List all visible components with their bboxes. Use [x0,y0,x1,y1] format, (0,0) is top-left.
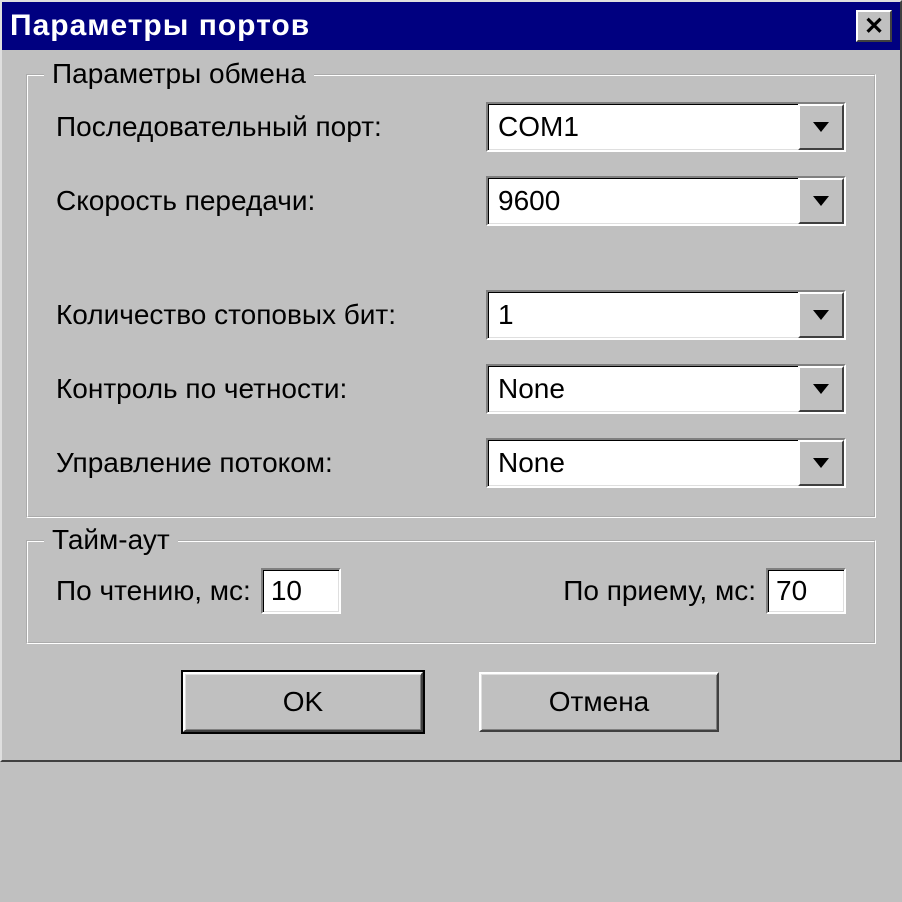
chevron-down-icon [813,122,829,132]
read-timeout-label: По чтению, мс: [56,575,251,607]
flow-dropdown-button[interactable] [798,440,844,486]
ok-button[interactable]: OK [183,672,423,732]
baud-combo[interactable]: 9600 [486,176,846,226]
close-button[interactable]: ✕ [856,10,892,42]
close-icon: ✕ [864,12,884,41]
port-value: COM1 [488,104,798,150]
client-area: Параметры обмена Последовательный порт: … [2,50,900,760]
stopbits-label: Количество стоповых бит: [56,299,486,331]
receive-timeout-label: По приему, мс: [563,575,756,607]
port-dropdown-button[interactable] [798,104,844,150]
button-row: OK Отмена [26,672,876,732]
stopbits-combo[interactable]: 1 [486,290,846,340]
chevron-down-icon [813,310,829,320]
baud-dropdown-button[interactable] [798,178,844,224]
stopbits-dropdown-button[interactable] [798,292,844,338]
exchange-legend: Параметры обмена [44,58,314,90]
chevron-down-icon [813,458,829,468]
timeout-legend: Тайм-аут [44,524,178,556]
dialog-window: Параметры портов ✕ Параметры обмена Посл… [0,0,902,762]
flow-label: Управление потоком: [56,447,486,479]
timeout-groupbox: Тайм-аут По чтению, мс: По приему, мс: [26,540,876,644]
read-timeout-input[interactable] [261,568,341,614]
titlebar: Параметры портов ✕ [2,2,900,50]
receive-timeout-input[interactable] [766,568,846,614]
chevron-down-icon [813,384,829,394]
exchange-groupbox: Параметры обмена Последовательный порт: … [26,74,876,518]
flow-combo[interactable]: None [486,438,846,488]
parity-dropdown-button[interactable] [798,366,844,412]
baud-value: 9600 [488,178,798,224]
parity-value: None [488,366,798,412]
flow-value: None [488,440,798,486]
window-title: Параметры портов [10,9,310,43]
stopbits-value: 1 [488,292,798,338]
baud-label: Скорость передачи: [56,185,486,217]
port-label: Последовательный порт: [56,111,486,143]
port-combo[interactable]: COM1 [486,102,846,152]
chevron-down-icon [813,196,829,206]
cancel-button[interactable]: Отмена [479,672,719,732]
parity-label: Контроль по четности: [56,373,486,405]
parity-combo[interactable]: None [486,364,846,414]
